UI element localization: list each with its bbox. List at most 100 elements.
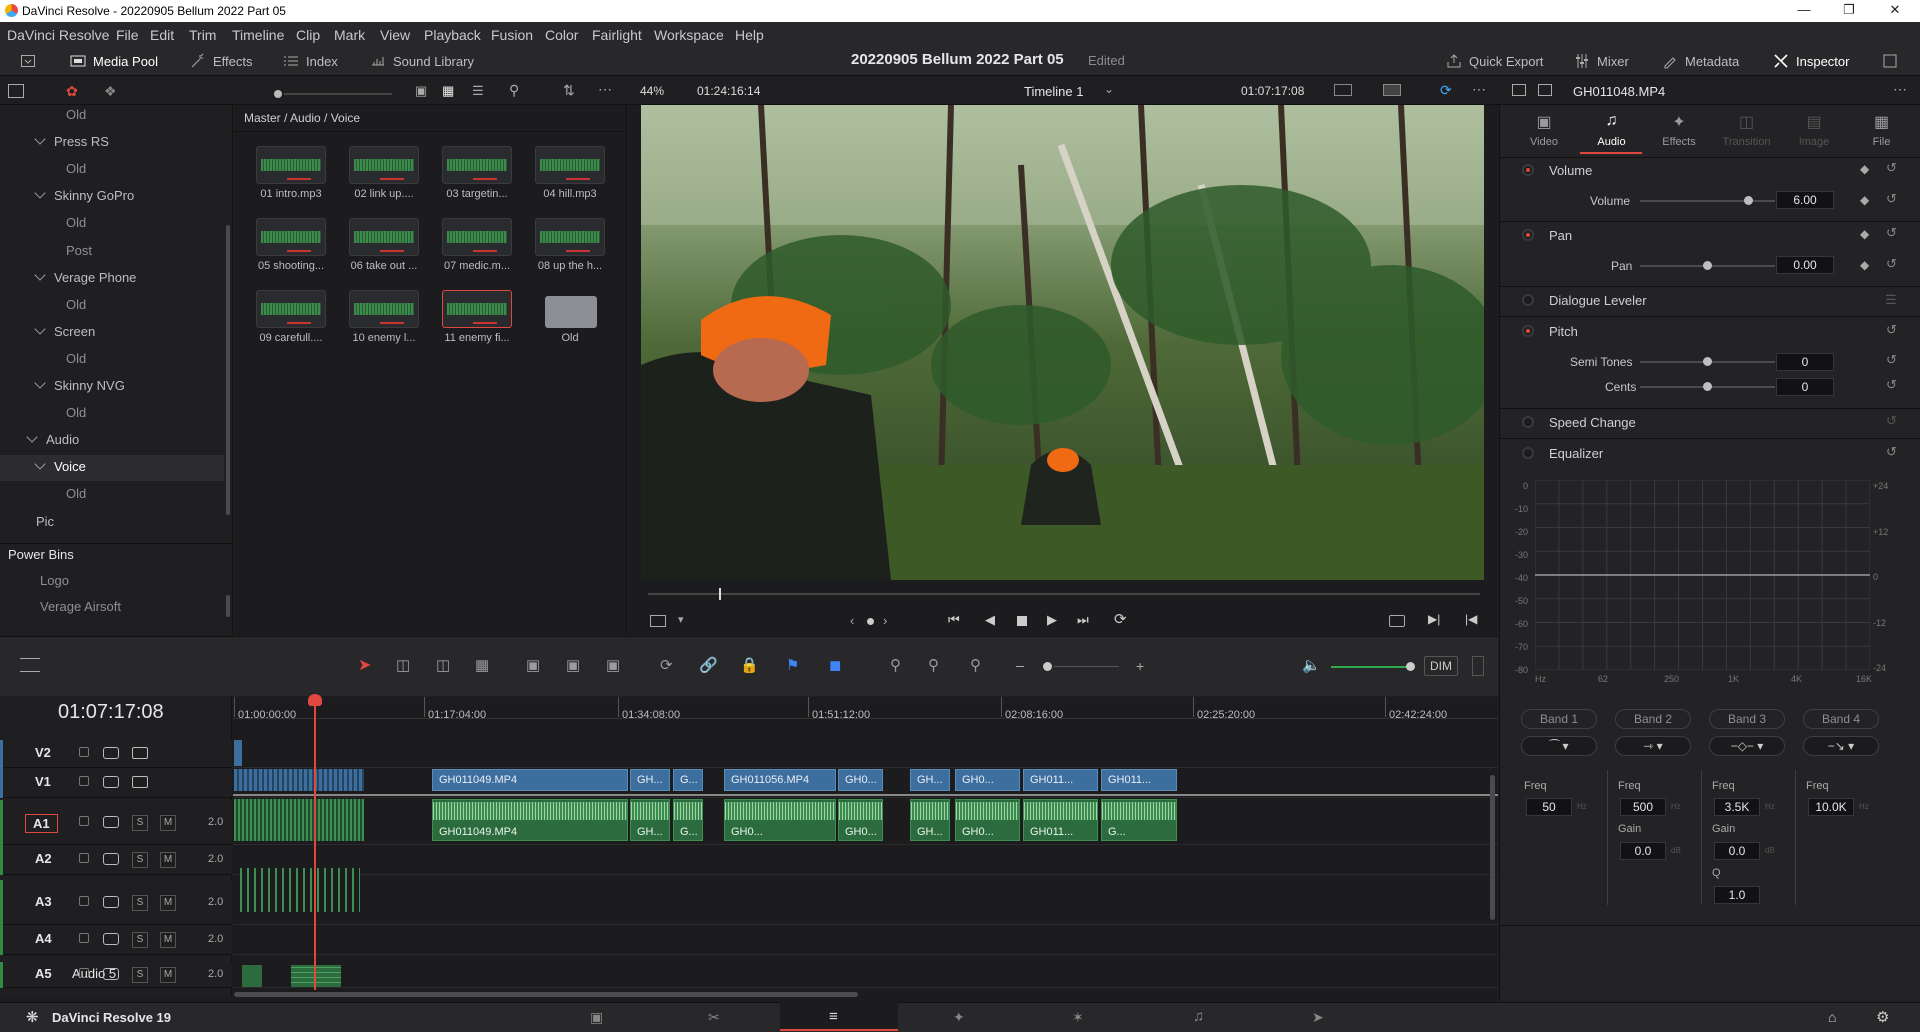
bin-item[interactable]: Old: [66, 161, 86, 176]
video-clip[interactable]: [234, 740, 242, 766]
viewer-more-icon[interactable]: ⋯: [1472, 81, 1486, 98]
zoom-detail-icon[interactable]: ⚲: [928, 656, 939, 674]
auto-select-icon[interactable]: [103, 776, 119, 788]
audio-clip[interactable]: GH0...: [955, 799, 1020, 841]
eq-freq-value[interactable]: 500: [1620, 798, 1666, 816]
track-id[interactable]: A5: [35, 966, 52, 981]
eq-gain-value[interactable]: 0.0: [1620, 842, 1666, 860]
metadata-button[interactable]: Metadata: [1662, 53, 1739, 69]
menu-timeline[interactable]: Timeline: [232, 27, 284, 43]
auto-select-icon[interactable]: [103, 747, 119, 759]
video-clip[interactable]: GH011049.MP4: [432, 769, 628, 791]
dim-button[interactable]: DIM: [1424, 656, 1458, 676]
bin-list-toggle-icon[interactable]: [8, 84, 24, 98]
home-icon[interactable]: ⌂: [1828, 1009, 1836, 1025]
bin-item[interactable]: Old: [66, 297, 86, 312]
audio-clip-thumbnail[interactable]: [349, 218, 419, 256]
color-page-icon[interactable]: ✶: [1072, 1009, 1084, 1026]
keyframe-icon[interactable]: ◆: [1860, 162, 1869, 176]
audio-clip[interactable]: GH0...: [838, 799, 883, 841]
effects-button[interactable]: Effects: [190, 53, 253, 69]
tab-image[interactable]: Image: [1784, 136, 1844, 148]
mute-button[interactable]: M: [160, 932, 176, 948]
play-reverse-icon[interactable]: ◀: [985, 612, 995, 628]
jog-left-icon[interactable]: ‹: [850, 613, 854, 628]
reset-icon[interactable]: ↺: [1886, 352, 1897, 368]
eq-freq-value[interactable]: 50: [1526, 798, 1572, 816]
speed-change-title[interactable]: Speed Change: [1549, 415, 1920, 430]
auto-select-icon[interactable]: [103, 815, 119, 828]
audio-clip-thumbnail[interactable]: [442, 290, 512, 328]
trim-tool-icon[interactable]: ◫: [396, 656, 410, 674]
menu-mark[interactable]: Mark: [334, 27, 365, 43]
bin-item[interactable]: Press RS: [34, 133, 109, 149]
volume-slider-knob[interactable]: [1744, 196, 1753, 205]
lock-icon[interactable]: [79, 853, 89, 863]
eq-filter-type-dropdown[interactable]: ⁀ ▾: [1521, 736, 1597, 756]
lock-icon[interactable]: [79, 815, 89, 826]
bin-item[interactable]: Screen: [34, 323, 95, 339]
fairlight-page-icon[interactable]: ♫: [1193, 1008, 1204, 1025]
inspector-more-icon[interactable]: ⋯: [1893, 81, 1907, 98]
go-to-start-icon[interactable]: ⏮: [948, 612, 960, 628]
chevron-down-icon[interactable]: [26, 431, 38, 443]
volume-value[interactable]: 6.00: [1776, 191, 1834, 209]
match-frame-icon[interactable]: [1389, 615, 1405, 627]
solo-button[interactable]: S: [132, 814, 148, 831]
edit-page-icon[interactable]: ≡: [829, 1008, 838, 1025]
chevron-down-icon[interactable]: [34, 458, 46, 470]
chevron-down-icon[interactable]: [34, 323, 46, 335]
panel-toggle-icon[interactable]: [20, 53, 36, 69]
bin-item[interactable]: Voice: [34, 458, 86, 474]
proxy-icon[interactable]: [1383, 84, 1401, 96]
jog-right-icon[interactable]: ›: [883, 613, 887, 628]
fusion-page-icon[interactable]: ✦: [953, 1009, 965, 1026]
eq-freq-value[interactable]: 10.0K: [1808, 798, 1854, 816]
viewer-mode-icon[interactable]: [1334, 84, 1352, 96]
folder-thumbnail[interactable]: [535, 290, 605, 328]
track-id[interactable]: A2: [35, 851, 52, 866]
lock-icon[interactable]: [79, 933, 89, 943]
metadata-view-icon[interactable]: ▣: [415, 83, 427, 99]
audio-clip[interactable]: GH011049.MP4: [432, 799, 628, 841]
eq-filter-type-dropdown[interactable]: ⇾ ▾: [1615, 736, 1691, 756]
reset-icon[interactable]: ↺: [1886, 256, 1897, 272]
audio-clip[interactable]: G...: [673, 799, 703, 841]
reset-icon[interactable]: ↺: [1886, 160, 1897, 176]
thumb-size-knob[interactable]: [274, 90, 282, 98]
zoom-in-icon[interactable]: +: [1136, 658, 1144, 674]
audio-clip[interactable]: GH011...: [1023, 799, 1098, 841]
mute-button[interactable]: M: [160, 967, 176, 983]
bin-item[interactable]: Skinny GoPro: [34, 187, 134, 203]
menu-fairlight[interactable]: Fairlight: [592, 27, 642, 43]
eq-filter-type-dropdown[interactable]: −↘ ▾: [1803, 736, 1879, 756]
solo-button[interactable]: S: [132, 932, 148, 948]
dialogue-leveler-title[interactable]: Dialogue Leveler: [1549, 293, 1920, 308]
stop-icon[interactable]: [1017, 616, 1027, 626]
audio-clip[interactable]: [291, 965, 341, 987]
chevron-down-icon[interactable]: [34, 187, 46, 199]
pan-slider-knob[interactable]: [1703, 261, 1712, 270]
scrubber-handle[interactable]: [719, 588, 721, 600]
video-clip[interactable]: GH011...: [1101, 769, 1177, 791]
eq-band-toggle[interactable]: Band 4: [1803, 709, 1879, 729]
zoom-out-icon[interactable]: [1016, 666, 1024, 667]
replace-clip-icon[interactable]: ▣: [606, 656, 620, 674]
mute-button[interactable]: M: [160, 852, 176, 868]
menu-davinci[interactable]: DaVinci Resolve: [7, 27, 109, 43]
tab-video[interactable]: Video: [1514, 136, 1574, 148]
volume-slider[interactable]: [1640, 200, 1775, 202]
pan-value[interactable]: 0.00: [1776, 256, 1834, 274]
audio-clip-thumbnail[interactable]: [442, 218, 512, 256]
prev-edit-icon[interactable]: |◀: [1465, 612, 1477, 626]
cut-page-icon[interactable]: ✂: [708, 1009, 720, 1026]
menu-icon[interactable]: ☰: [1885, 292, 1897, 308]
lock-icon[interactable]: [79, 747, 89, 757]
bin-item[interactable]: Verage Phone: [34, 268, 136, 285]
timeline-name[interactable]: Timeline 1: [1024, 84, 1083, 99]
reset-icon[interactable]: ↺: [1886, 377, 1897, 393]
mixer-button[interactable]: Mixer: [1574, 53, 1629, 69]
quick-export-button[interactable]: Quick Export: [1446, 53, 1543, 69]
master-volume-knob[interactable]: [1406, 662, 1415, 671]
eq-band-toggle[interactable]: Band 2: [1615, 709, 1691, 729]
